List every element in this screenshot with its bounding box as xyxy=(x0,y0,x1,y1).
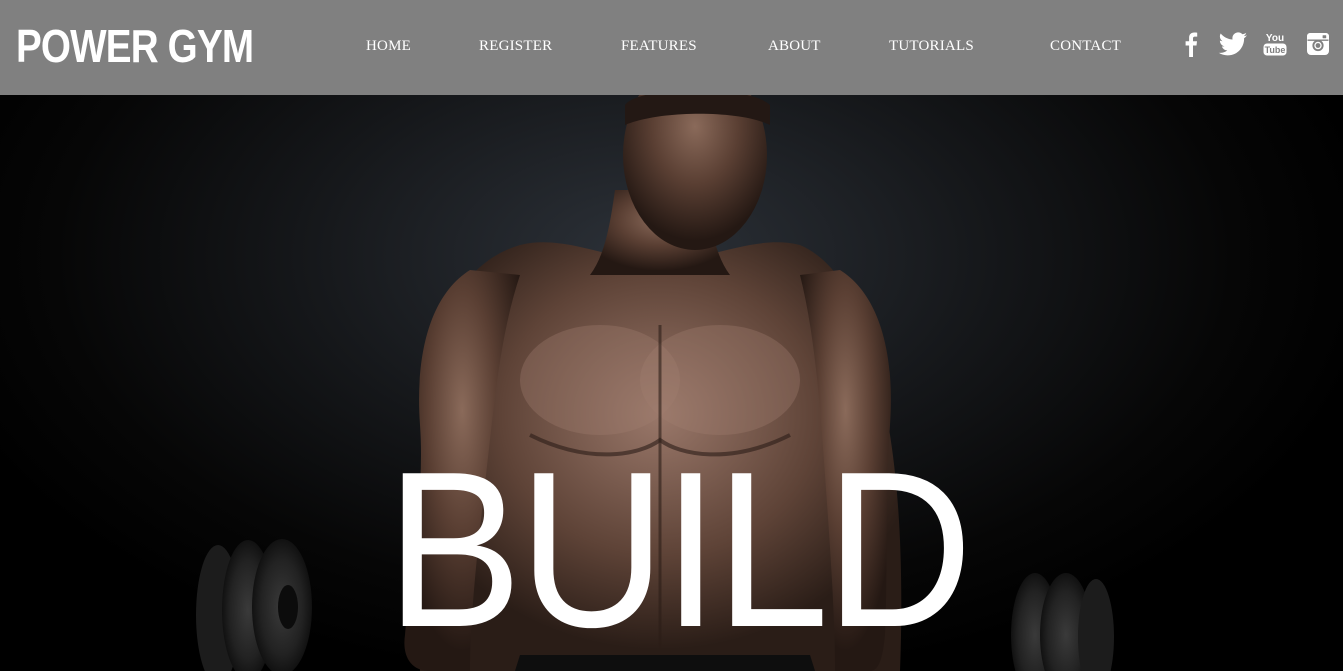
youtube-icon[interactable]: You Tube xyxy=(1261,30,1289,58)
left-barbell-plates xyxy=(196,539,312,671)
hero-title: BUILD xyxy=(386,426,973,671)
hero-banner: BUILD xyxy=(0,95,1343,671)
facebook-icon[interactable] xyxy=(1180,30,1202,58)
nav-features[interactable]: FEATURES xyxy=(621,36,697,56)
right-barbell-plates xyxy=(1011,573,1114,671)
site-header: POWER GYM HOME REGISTER FEATURES ABOUT T… xyxy=(0,0,1343,95)
site-logo[interactable]: POWER GYM xyxy=(16,19,254,73)
instagram-icon[interactable] xyxy=(1305,30,1330,58)
page: POWER GYM HOME REGISTER FEATURES ABOUT T… xyxy=(0,0,1343,671)
twitter-icon[interactable] xyxy=(1218,30,1248,58)
nav-contact[interactable]: CONTACT xyxy=(1050,36,1121,56)
youtube-icon-text-top: You xyxy=(1266,33,1284,44)
nav-tutorials[interactable]: TUTORIALS xyxy=(889,36,974,56)
nav-register[interactable]: REGISTER xyxy=(479,36,552,56)
nav-home[interactable]: HOME xyxy=(366,36,411,56)
youtube-icon-text-bottom: Tube xyxy=(1265,45,1286,55)
nav-about[interactable]: ABOUT xyxy=(768,36,821,56)
